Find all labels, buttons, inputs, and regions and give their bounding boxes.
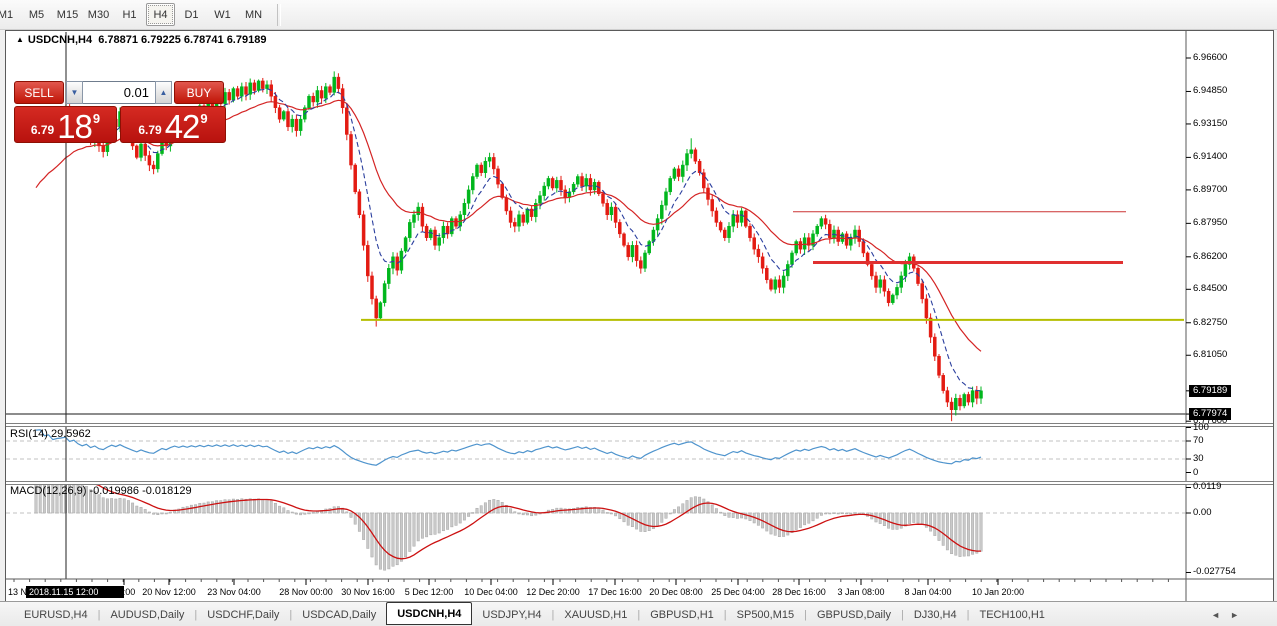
time-axis-label: 20 Dec 08:00 — [649, 587, 703, 597]
price-axis-label: 6.93150 — [1193, 118, 1227, 129]
timeframe-button-m1[interactable]: M1 — [0, 3, 20, 26]
tab-gbpusd-daily[interactable]: GBPUSD,Daily — [807, 605, 901, 624]
macd-label: MACD(12,26,9) -0.019986 -0.018129 — [10, 485, 192, 497]
time-axis-label: 10 Jan 20:00 — [972, 587, 1024, 597]
pane-splitter-macd[interactable] — [6, 481, 1273, 485]
symbol-marker-icon: ▲ — [16, 35, 24, 44]
ask-quote-button[interactable]: 6.79 429 — [120, 106, 226, 143]
timeframe-toolbar: M1M5M15M30H1H4D1W1MN — [0, 0, 1277, 30]
bid-point: 9 — [93, 111, 100, 126]
time-axis-label: 30 Nov 16:00 — [341, 587, 395, 597]
pane-splitter-rsi[interactable] — [6, 423, 1273, 427]
timeframe-button-d1[interactable]: D1 — [177, 3, 206, 26]
toolbar-separator — [277, 4, 281, 26]
tab-scroll-arrows[interactable]: ◄► — [1211, 610, 1249, 620]
time-axis-label: 5 Dec 12:00 — [405, 587, 454, 597]
timeframe-button-w1[interactable]: W1 — [208, 3, 237, 26]
rsi-axis-label: 0 — [1193, 467, 1198, 478]
one-click-trade-widget: SELL ▼ ▲ BUY 6.79189 6.79429 — [14, 81, 232, 143]
ask-prefix: 6.79 — [138, 123, 161, 137]
sell-button[interactable]: SELL — [14, 81, 64, 104]
ask-point: 9 — [200, 111, 207, 126]
bid-quote-button[interactable]: 6.79189 — [14, 106, 117, 143]
timeframe-button-m15[interactable]: M15 — [53, 3, 82, 26]
ask-pips: 42 — [165, 113, 200, 140]
crosshair-time-tag: 2018.11.15 12:00 — [26, 586, 124, 598]
time-axis-label: 25 Dec 04:00 — [711, 587, 765, 597]
tab-gbpusd-h1[interactable]: GBPUSD,H1 — [640, 605, 724, 624]
tab-usdjpy-h4[interactable]: USDJPY,H4 — [472, 605, 551, 624]
price-axis-label: 6.96600 — [1193, 52, 1227, 63]
timeframe-button-m30[interactable]: M30 — [84, 3, 113, 26]
price-axis-label: 6.82750 — [1193, 317, 1227, 328]
price-axis-label: 6.86200 — [1193, 251, 1227, 262]
time-axis-label: 17 Dec 16:00 — [588, 587, 642, 597]
timeframe-button-h1[interactable]: H1 — [115, 3, 144, 26]
price-axis-label: 6.84500 — [1193, 283, 1227, 294]
tab-tech100-h1[interactable]: TECH100,H1 — [969, 605, 1054, 624]
price-axis-label: 6.89700 — [1193, 184, 1227, 195]
time-axis-label: 20 Nov 12:00 — [142, 587, 196, 597]
terminal-window: M1M5M15M30H1H4D1W1MN ▲ USDCNH,H4 6.78871 … — [0, 0, 1277, 626]
arrow-down-icon: ▼ — [71, 88, 79, 97]
time-axis-label: 8 Jan 04:00 — [904, 587, 951, 597]
tab-usdcad-daily[interactable]: USDCAD,Daily — [292, 605, 386, 624]
macd-axis-label: -0.027754 — [1193, 566, 1236, 577]
rsi-axis-label: 30 — [1193, 453, 1204, 464]
bid-prefix: 6.79 — [31, 123, 54, 137]
time-axis-label: 28 Dec 16:00 — [772, 587, 826, 597]
tab-usdcnh-h4[interactable]: USDCNH,H4 — [386, 602, 472, 625]
chart-ohlc: 6.78871 6.79225 6.78741 6.79189 — [98, 34, 266, 46]
timeframe-button-mn[interactable]: MN — [239, 3, 268, 26]
macd-axis-label: 0.00 — [1193, 507, 1212, 518]
price-axis-label: 6.94850 — [1193, 85, 1227, 96]
bid-pips: 18 — [57, 113, 92, 140]
time-axis-label: 3 Jan 08:00 — [837, 587, 884, 597]
price-axis-label: 6.87950 — [1193, 217, 1227, 228]
tab-eurusd-h4[interactable]: EURUSD,H4 — [14, 605, 98, 624]
tab-dj30-h4[interactable]: DJ30,H4 — [904, 605, 967, 624]
time-axis-label: 23 Nov 04:00 — [207, 587, 261, 597]
rsi-line — [36, 430, 981, 465]
timeframe-button-m5[interactable]: M5 — [22, 3, 51, 26]
rsi-label: RSI(14) 29.5962 — [10, 428, 91, 440]
rsi-axis-label: 100 — [1193, 422, 1209, 433]
tab-usdchf-daily[interactable]: USDCHF,Daily — [197, 605, 289, 624]
lot-decrease-button[interactable]: ▼ — [66, 81, 83, 104]
chart-frame[interactable]: ▲ USDCNH,H4 6.78871 6.79225 6.78741 6.791… — [5, 30, 1274, 603]
time-axis-label: 10 Dec 04:00 — [464, 587, 518, 597]
chart-title: ▲ USDCNH,H4 6.78871 6.79225 6.78741 6.791… — [16, 34, 266, 46]
price-tag: 6.77974 — [1189, 408, 1231, 420]
time-axis-label: 28 Nov 00:00 — [279, 587, 333, 597]
lot-increase-button[interactable]: ▲ — [155, 81, 172, 104]
tab-xauusd-h1[interactable]: XAUUSD,H1 — [554, 605, 637, 624]
tab-sp500-m15[interactable]: SP500,M15 — [727, 605, 804, 624]
price-axis-label: 6.81050 — [1193, 349, 1227, 360]
time-axis-label: 12 Dec 20:00 — [526, 587, 580, 597]
rsi-axis-label: 70 — [1193, 435, 1204, 446]
lot-size-input[interactable] — [83, 81, 155, 104]
chart-symbol: USDCNH,H4 — [28, 34, 92, 46]
tab-audusd-daily[interactable]: AUDUSD,Daily — [100, 605, 194, 624]
buy-button[interactable]: BUY — [174, 81, 224, 104]
price-axis-label: 6.91400 — [1193, 151, 1227, 162]
chart-tab-bar: EURUSD,H4|AUDUSD,Daily|USDCHF,Daily|USDC… — [0, 601, 1277, 626]
macd-axis-label: 0.0119 — [1193, 481, 1221, 492]
price-tag: 6.79189 — [1189, 385, 1231, 397]
timeframe-button-h4[interactable]: H4 — [146, 3, 175, 26]
arrow-up-icon: ▲ — [160, 88, 168, 97]
